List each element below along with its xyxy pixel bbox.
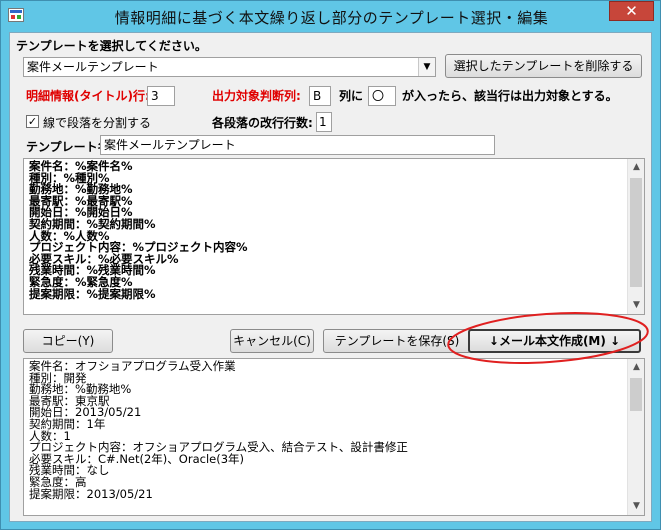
close-icon: ✕ [625,2,638,20]
text-line: 提案期限：%提案期限% [29,286,156,301]
title-bar[interactable]: 情報明細に基づく本文繰り返し部分のテンプレート選択・編集 ✕ [1,1,660,32]
output-column-label: 出力対象判断列: [212,89,301,103]
text-line: 開始日：2013/05/21 [29,405,142,420]
copy-button[interactable]: コピー(Y) [23,329,113,353]
output-mark-input[interactable]: 〇 [368,86,396,106]
scroll-up-icon[interactable]: ▲ [628,159,644,176]
window-border-strip [654,32,660,522]
template-combo-value: 案件メールテンプレート [27,60,159,74]
output-column-input[interactable]: B [309,86,331,106]
text-line: 契約期間：1年 [29,416,106,431]
highlight-ellipse-shape [447,312,649,364]
template-body-textarea[interactable]: 案件名：%案件名% 種別：%種別% 勤務地：%勤務地% 最寄駅：%最寄駅% 開始日：%開… [23,158,645,315]
scrollbar-thumb[interactable] [630,378,642,411]
template-body-lines: 案件名：%案件名% 種別：%種別% 勤務地：%勤務地% 最寄駅：%最寄駅% 開始日：%開… [29,159,624,301]
preview-body-lines: 案件名：オフショアプログラム受入作業 種別：開発 勤務地：%勤務地% 最寄駅：東京駅開… [29,360,624,501]
dialog-client-area: テンプレートを選択してください。 案件メールテンプレート ▼ 選択したテンプレー… [9,32,652,522]
cancel-button[interactable]: キャンセル(C) [230,329,314,353]
chevron-down-icon[interactable]: ▼ [418,58,435,76]
scrollbar-thumb[interactable] [630,178,642,287]
split-paragraph-label: 線で段落を分割する [43,116,152,130]
template-name-input[interactable]: 案件メールテンプレート [100,135,495,155]
delete-template-button[interactable]: 選択したテンプレートを削除する [445,54,642,78]
text-line: 必要スキル：C#.Net(2年)、Oracle(3年) [29,451,245,466]
window-title: 情報明細に基づく本文繰り返し部分のテンプレート選択・編集 [114,9,549,27]
text-line: 案件名：%案件名% [29,159,133,173]
title-row-input[interactable]: 3 [147,86,175,106]
highlight-ellipse [447,312,649,364]
text-line: 契約期間：%契約期間% [29,216,156,231]
line-feed-label: 各段落の改行行数: [212,116,313,130]
column-suffix-label: 列に [339,89,364,103]
text-line: 勤務地：%勤務地% [29,382,132,397]
mark-suffix-label: が入ったら、該当行は出力対象とする。 [402,89,618,103]
template-combo[interactable]: 案件メールテンプレート ▼ [23,57,436,77]
select-template-label: テンプレートを選択してください。 [16,39,207,53]
template-body-scrollbar[interactable]: ▲ ▼ [627,159,644,314]
app-window: 情報明細に基づく本文繰り返し部分のテンプレート選択・編集 ✕ テンプレートを選択… [0,0,661,530]
preview-body-scrollbar[interactable]: ▲ ▼ [627,359,644,515]
title-row-label: 明細情報(タイトル)行: [26,89,150,103]
scroll-down-icon[interactable]: ▼ [628,498,644,515]
close-button[interactable]: ✕ [609,1,654,21]
text-line: 提案期限：2013/05/21 [29,486,153,501]
split-paragraph-checkbox[interactable]: ✓ [26,115,39,128]
text-line: 残業時間：なし [29,463,110,478]
mail-body-preview-textarea[interactable]: 案件名：オフショアプログラム受入作業 種別：開発 勤務地：%勤務地% 最寄駅：東京駅開… [23,358,645,516]
checkmark-icon: ✓ [27,115,38,128]
line-feed-input[interactable]: 1 [316,112,332,132]
